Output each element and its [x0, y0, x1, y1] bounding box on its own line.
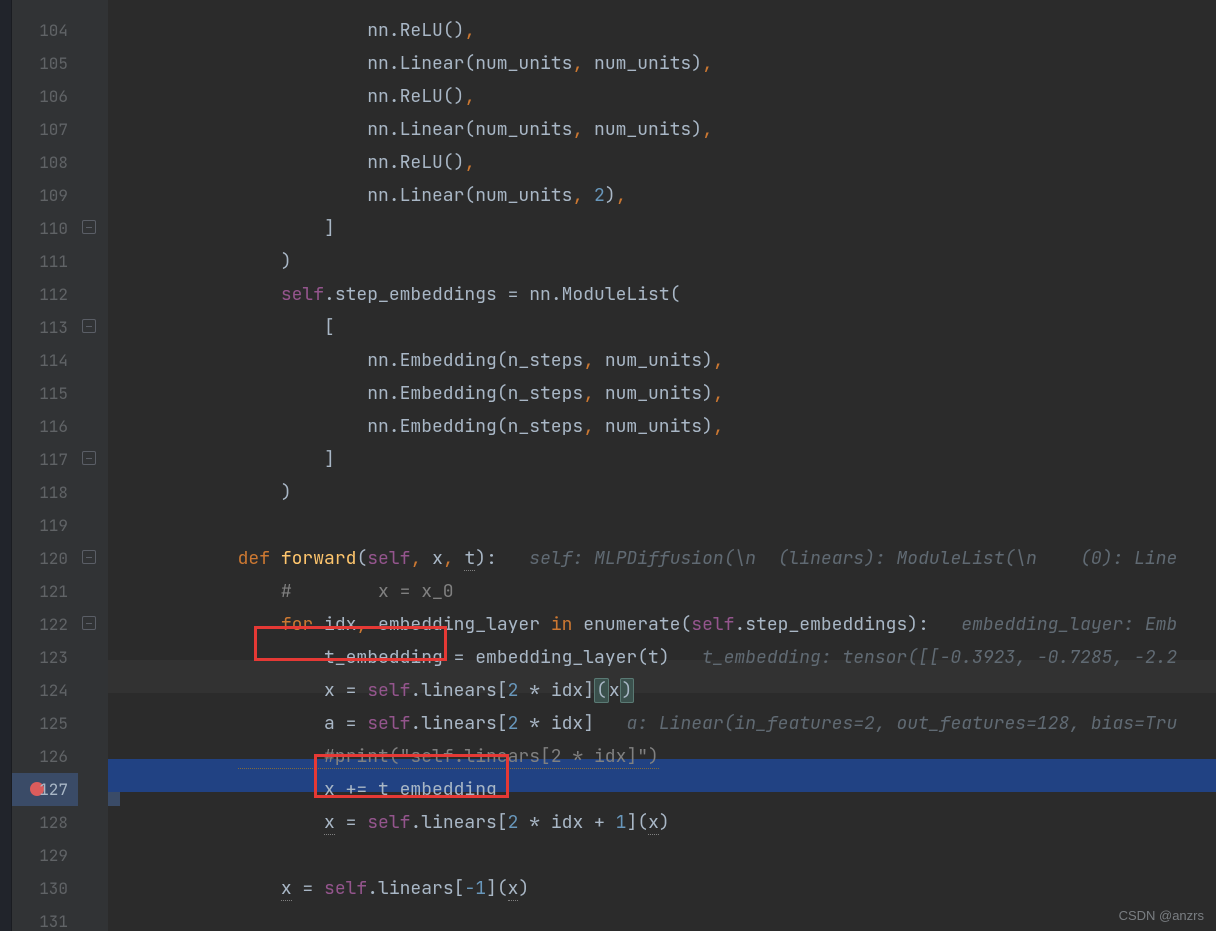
code-line[interactable]: [108, 509, 1216, 542]
code-line[interactable]: [: [108, 311, 1216, 344]
code-line[interactable]: ): [108, 245, 1216, 278]
line-number[interactable]: 123: [12, 641, 78, 674]
code-line[interactable]: x = self.linears[2 * idx + 1](x): [108, 806, 1216, 839]
code-line[interactable]: #print("self.linears[2 * idx]"): [108, 740, 1216, 773]
line-number[interactable]: 122: [12, 608, 78, 641]
fold-gutter[interactable]: [78, 0, 108, 931]
paren-highlight: (: [594, 678, 609, 703]
line-number-gutter[interactable]: 104 105 106 107 108 109 110 111 112 113 …: [12, 0, 78, 931]
line-number[interactable]: 109: [12, 179, 78, 212]
code-line[interactable]: nn.Linear(num_units, num_units),: [108, 113, 1216, 146]
line-number[interactable]: 129: [12, 839, 78, 872]
code-line[interactable]: nn.ReLU(),: [108, 14, 1216, 47]
code-line[interactable]: nn.ReLU(),: [108, 80, 1216, 113]
fold-toggle-icon[interactable]: [82, 220, 96, 234]
code-line[interactable]: t_embedding = embedding_layer(t) t_embed…: [108, 641, 1216, 674]
line-number[interactable]: 115: [12, 377, 78, 410]
line-number[interactable]: 111: [12, 245, 78, 278]
code-line[interactable]: self.step_embeddings = nn.ModuleList(: [108, 278, 1216, 311]
line-number[interactable]: 113: [12, 311, 78, 344]
inline-hint: t_embedding: tensor([[-0.3923, -0.7285, …: [670, 646, 1178, 669]
code-line[interactable]: nn.Embedding(n_steps, num_units),: [108, 410, 1216, 443]
code-line[interactable]: # x = x_0: [108, 575, 1216, 608]
line-number[interactable]: 108: [12, 146, 78, 179]
line-number[interactable]: 124: [12, 674, 78, 707]
code-line[interactable]: [108, 905, 1216, 931]
fold-toggle-icon[interactable]: [82, 451, 96, 465]
code-line[interactable]: x = self.linears[2 * idx](x): [108, 674, 1216, 707]
inline-hint: self: MLPDiffusion(\n (linears): ModuleL…: [497, 547, 1177, 570]
code-line[interactable]: ]: [108, 212, 1216, 245]
line-number[interactable]: 125: [12, 707, 78, 740]
fold-toggle-icon[interactable]: [82, 550, 96, 564]
line-number[interactable]: 117: [12, 443, 78, 476]
code-area[interactable]: nn.ReLU(), nn.Linear(num_units, num_unit…: [108, 0, 1216, 931]
watermark: CSDN @anzrs: [1119, 908, 1204, 923]
line-number[interactable]: 131: [12, 905, 78, 931]
line-number[interactable]: 112: [12, 278, 78, 311]
line-number[interactable]: 106: [12, 80, 78, 113]
line-number[interactable]: 116: [12, 410, 78, 443]
inline-hint: embedding_layer: Emb: [929, 613, 1177, 636]
fold-toggle-icon[interactable]: [82, 319, 96, 333]
code-line[interactable]: [108, 839, 1216, 872]
code-line[interactable]: x += t_embedding: [108, 773, 1216, 806]
left-panel-sliver: [0, 0, 12, 931]
code-line[interactable]: x = self.linears[-1](x): [108, 872, 1216, 905]
line-number[interactable]: 119: [12, 509, 78, 542]
code-line[interactable]: def forward(self, x, t): self: MLPDiffus…: [108, 542, 1216, 575]
code-line[interactable]: nn.Embedding(n_steps, num_units),: [108, 377, 1216, 410]
code-line[interactable]: ]: [108, 443, 1216, 476]
line-number[interactable]: 105: [12, 47, 78, 80]
code-line[interactable]: nn.ReLU(),: [108, 146, 1216, 179]
inline-hint: a: Linear(in_features=2, out_features=12…: [594, 712, 1177, 735]
line-number[interactable]: 104: [12, 14, 78, 47]
line-number[interactable]: 120: [12, 542, 78, 575]
line-number[interactable]: 114: [12, 344, 78, 377]
line-number[interactable]: 118: [12, 476, 78, 509]
code-line[interactable]: ): [108, 476, 1216, 509]
line-number[interactable]: 128: [12, 806, 78, 839]
fold-toggle-icon[interactable]: [82, 616, 96, 630]
line-number[interactable]: 130: [12, 872, 78, 905]
line-number[interactable]: 107: [12, 113, 78, 146]
code-line[interactable]: nn.Linear(num_units, num_units),: [108, 47, 1216, 80]
line-number[interactable]: 110: [12, 212, 78, 245]
line-number[interactable]: 121: [12, 575, 78, 608]
paren-highlight: ): [620, 678, 635, 703]
line-number[interactable]: 126: [12, 740, 78, 773]
code-editor[interactable]: 104 105 106 107 108 109 110 111 112 113 …: [0, 0, 1216, 931]
code-line[interactable]: nn.Embedding(n_steps, num_units),: [108, 344, 1216, 377]
code-line[interactable]: for idx, embedding_layer in enumerate(se…: [108, 608, 1216, 641]
code-line[interactable]: nn.Linear(num_units, 2),: [108, 179, 1216, 212]
line-number[interactable]: 127: [12, 773, 78, 806]
code-line[interactable]: a = self.linears[2 * idx] a: Linear(in_f…: [108, 707, 1216, 740]
